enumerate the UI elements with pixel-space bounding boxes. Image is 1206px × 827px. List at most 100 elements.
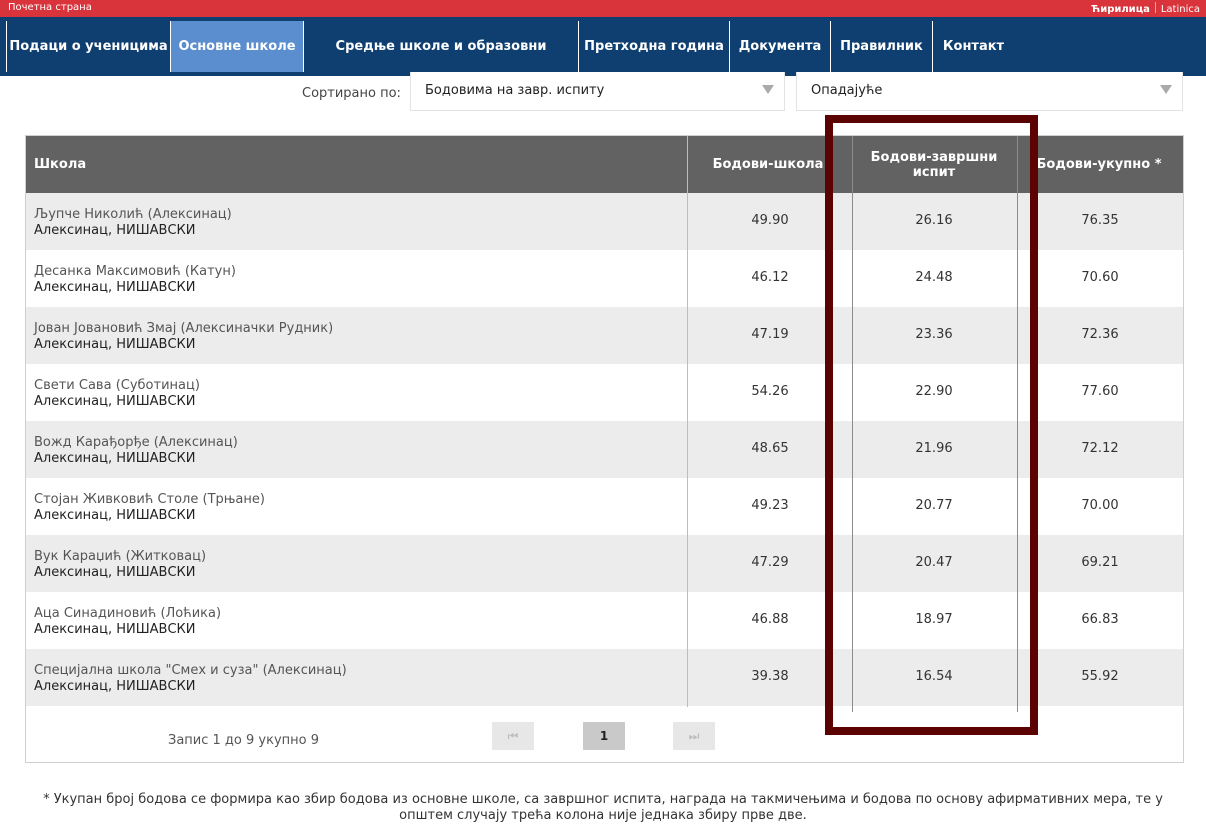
points-exam: 21.96 [915,441,953,456]
points-exam: 24.48 [915,270,953,285]
points-exam: 18.97 [915,612,953,627]
schools-table: Школа Бодови-школа Бодови-завршни испит … [25,135,1184,763]
header-points-exam-line1: Бодови-завршни [870,149,998,165]
column-divider [852,136,853,712]
points-total: 76.35 [1081,213,1119,228]
school-name: Вук Караџић (Житковац) [34,549,207,564]
points-exam: 22.90 [915,384,953,399]
first-page-button[interactable]: ⏮ [492,722,534,750]
school-place: Алексинац, НИШАВСКИ [34,508,196,523]
column-divider [1017,136,1018,712]
last-page-button[interactable]: ⏭ [673,722,715,750]
header-points-exam[interactable]: Бодови-завршни испит [854,136,1014,193]
language-switch: Ћирилица Latinica [1091,2,1200,15]
school-name: Специјална школа "Смех и суза" (Алексина… [34,663,347,678]
nav-documents[interactable]: Документа [729,21,830,72]
points-exam: 16.54 [915,669,953,684]
points-school: 54.26 [751,384,789,399]
points-total: 70.00 [1081,498,1119,513]
column-divider [687,136,688,707]
points-exam: 20.77 [915,498,953,513]
sort-field-value: Бодовима на завр. испиту [425,83,605,98]
sort-label: Сортирано по: [302,86,401,101]
school-name: Вожд Карађорђе (Алексинац) [34,435,238,450]
points-total: 72.12 [1081,441,1119,456]
school-place: Алексинац, НИШАВСКИ [34,394,196,409]
school-cell: Стојан Живковић Столе (Трњане) Алексинац,… [34,492,265,524]
points-exam: 23.36 [915,327,953,342]
table-row: Специјална школа "Смех и суза" (Алексина… [26,649,1183,706]
school-cell: Вук Караџић (Житковац) Алексинац, НИШАВСК… [34,549,206,581]
header-school[interactable]: Школа [34,136,674,193]
school-place: Алексинац, НИШАВСКИ [34,565,196,580]
nav-contact[interactable]: Контакт [932,21,1014,72]
table-row: Љупче Николић (Алексинац) Алексинац, НИША… [26,193,1183,250]
table-row: Свети Сава (Суботинац) Алексинац, НИШАВСК… [26,364,1183,421]
header-points-school[interactable]: Бодови-школа [688,136,848,193]
school-cell: Специјална школа "Смех и суза" (Алексина… [34,663,347,695]
school-name: Свети Сава (Суботинац) [34,378,200,393]
nav-primary-schools[interactable]: Основне школе [170,21,303,72]
points-total: 69.21 [1081,555,1119,570]
points-total: 77.60 [1081,384,1119,399]
school-cell: Аца Синадиновић (Лоћика) Алексинац, НИШАВ… [34,606,221,638]
school-cell: Љупче Николић (Алексинац) Алексинац, НИША… [34,207,232,239]
sort-order-select[interactable]: Опадајуће [796,72,1183,111]
sort-field-select[interactable]: Бодовима на завр. испиту [410,72,785,111]
sort-order-value: Опадајуће [811,83,883,98]
points-school: 46.12 [751,270,789,285]
points-school: 47.29 [751,555,789,570]
header-points-total[interactable]: Бодови-укупно * [1019,136,1179,193]
points-school: 49.23 [751,498,789,513]
table-row: Десанка Максимовић (Катун) Алексинац, НИШ… [26,250,1183,307]
main-nav: Подаци о ученицима Основне школе Средње … [0,17,1206,105]
points-total: 72.36 [1081,327,1119,342]
nav-students-data[interactable]: Подаци о ученицима [6,21,170,72]
table-header: Школа Бодови-школа Бодови-завршни испит … [26,136,1183,193]
lang-latin-link[interactable]: Latinica [1161,4,1200,15]
nav-rulebook[interactable]: Правилник [830,21,932,72]
table-row: Аца Синадиновић (Лоћика) Алексинац, НИШАВ… [26,592,1183,649]
school-place: Алексинац, НИШАВСКИ [34,679,196,694]
skip-back-icon: ⏮ [507,729,519,743]
nav-secondary-schools[interactable]: Средње школе и образовни профили [303,21,578,105]
table-row: Вук Караџић (Житковац) Алексинац, НИШАВСК… [26,535,1183,592]
header-points-exam-line2: испит [912,164,956,180]
school-place: Алексинац, НИШАВСКИ [34,223,196,238]
school-cell: Свети Сава (Суботинац) Алексинац, НИШАВСК… [34,378,200,410]
points-exam: 20.47 [915,555,953,570]
points-total: 70.60 [1081,270,1119,285]
points-exam: 26.16 [915,213,953,228]
home-link[interactable]: Почетна страна [8,2,92,13]
skip-forward-icon: ⏭ [688,729,700,743]
school-place: Алексинац, НИШАВСКИ [34,451,196,466]
school-place: Алексинац, НИШАВСКИ [34,280,196,295]
points-school: 49.90 [751,213,789,228]
points-school: 47.19 [751,327,789,342]
school-place: Алексинац, НИШАВСКИ [34,622,196,637]
lang-cyrillic-link[interactable]: Ћирилица [1091,4,1149,15]
table-row: Јован Јовановић Змај (Алексиначки Рудник… [26,307,1183,364]
school-name: Стојан Живковић Столе (Трњане) [34,492,265,507]
points-school: 46.88 [751,612,789,627]
lang-separator [1154,2,1156,13]
school-place: Алексинац, НИШАВСКИ [34,337,196,352]
school-cell: Десанка Максимовић (Катун) Алексинац, НИШ… [34,264,236,296]
records-info: Запис 1 до 9 укупно 9 [168,733,320,748]
points-school: 39.38 [751,669,789,684]
chevron-down-icon [762,85,774,94]
top-bar: Почетна страна Ћирилица Latinica [0,0,1206,17]
points-school: 48.65 [751,441,789,456]
table-row: Стојан Живковић Столе (Трњане) Алексинац,… [26,478,1183,535]
footnote: * Укупан број бодова се формира као збир… [43,792,1163,823]
points-total: 66.83 [1081,612,1119,627]
school-name: Љупче Николић (Алексинац) [34,207,232,222]
nav-previous-year[interactable]: Претходна година [578,21,729,72]
school-name: Аца Синадиновић (Лоћика) [34,606,222,621]
page-button-current[interactable]: 1 [583,722,625,750]
school-cell: Вожд Карађорђе (Алексинац) Алексинац, НИШ… [34,435,238,467]
school-cell: Јован Јовановић Змај (Алексиначки Рудник… [34,321,333,353]
chevron-down-icon [1160,85,1172,94]
table-row: Вожд Карађорђе (Алексинац) Алексинац, НИШ… [26,421,1183,478]
school-name: Јован Јовановић Змај (Алексиначки Рудник… [34,321,334,336]
